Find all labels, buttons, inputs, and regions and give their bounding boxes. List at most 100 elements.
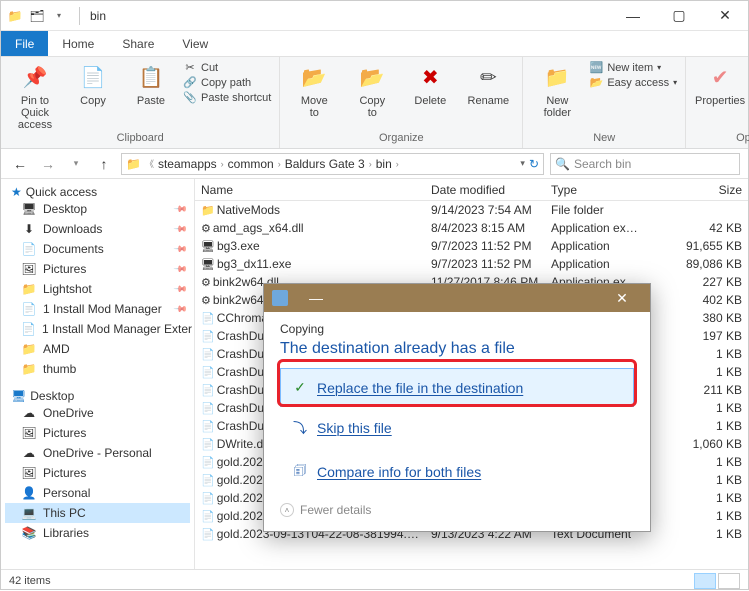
table-row[interactable]: 🖥bg3.exe9/7/2023 11:52 PMApplication91,6… [195,237,748,255]
group-label-open: Open [694,132,749,146]
sidebar-item[interactable]: ⬇Downloads [5,219,190,239]
delete-button[interactable]: ✖Delete [404,61,456,132]
skip-option[interactable]: ⤵ Skip this file [280,407,634,449]
view-icons-button[interactable] [718,573,740,589]
qat-dropdown-icon[interactable]: ▾ [51,8,67,24]
sidebar-item[interactable]: 📄1 Install Mod Manager Exter [5,319,190,339]
folder-icon: 📄 [21,322,36,336]
folder-icon: 📄 [21,302,37,316]
sidebar-item[interactable]: 🖼Pictures [5,463,190,483]
paste-button[interactable]: 📋Paste [125,61,177,132]
replace-option[interactable]: ✓ Replace the file in the destination [280,368,634,407]
search-icon: 🔍 [555,157,570,171]
minimize-button[interactable]: — [610,1,656,31]
file-icon: 📄 [201,511,215,523]
group-label-new: New [531,132,677,146]
tab-file[interactable]: File [1,31,48,56]
nav-icon: ☁ [21,406,37,420]
easy-access-button[interactable]: 📂Easy access▾ [589,76,677,89]
sidebar-item[interactable]: 📄1 Install Mod Manager [5,299,190,319]
folder-icon: ⬇ [21,222,37,236]
maximize-button[interactable]: ▢ [656,1,702,31]
view-details-button[interactable] [694,573,716,589]
folder-icon: 📁 [21,362,37,376]
table-row[interactable]: 🖥bg3_dx11.exe9/7/2023 11:52 PMApplicatio… [195,255,748,273]
file-icon: 📄 [201,421,215,433]
file-icon: ⚙ [201,295,211,307]
sidebar-item[interactable]: ☁OneDrive - Personal [5,443,190,463]
compare-option[interactable]: 🗊 Compare info for both files [280,449,634,495]
folder-icon: 📁 [21,282,37,296]
file-icon: 📄 [201,313,215,325]
file-icon: 📄 [201,367,215,379]
titlebar: 📁 🗂 ▾ bin — ▢ ✕ [1,1,748,31]
nav-icon: 🖼 [21,466,37,480]
folder-icon: 📁 [21,342,37,356]
sidebar-item[interactable]: 🖼Pictures [5,259,190,279]
sidebar-item[interactable]: 📁AMD [5,339,190,359]
pin-quick-access-button[interactable]: 📌Pin to Quick access [9,61,61,132]
file-icon: 📁 [201,205,215,217]
close-button[interactable]: ✕ [702,1,748,31]
group-label-clipboard: Clipboard [9,132,271,146]
table-row[interactable]: 📁NativeMods9/14/2023 7:54 AMFile folder [195,201,748,219]
desktop-header[interactable]: 🖥Desktop [5,389,190,403]
fewer-details-toggle[interactable]: ˄ Fewer details [280,503,634,517]
forward-button[interactable]: → [37,153,59,175]
folder-icon: 🖥 [21,202,37,216]
dialog-icon [272,290,288,306]
copy-to-button[interactable]: 📂Copy to [346,61,398,132]
menubar: File Home Share View [1,31,748,57]
nav-icon: 👤 [21,486,37,500]
navigation-pane[interactable]: ★Quick access 🖥Desktop⬇Downloads📄Documen… [1,179,195,569]
quick-access-header[interactable]: ★Quick access [5,185,190,199]
nav-icon: 📚 [21,526,37,540]
search-input[interactable]: 🔍 Search bin [550,153,740,175]
tab-view[interactable]: View [168,31,222,56]
back-button[interactable]: ← [9,153,31,175]
sidebar-item[interactable]: 🖥Desktop [5,199,190,219]
sidebar-item[interactable]: 👤Personal [5,483,190,503]
status-bar: 42 items [1,569,748,591]
tab-share[interactable]: Share [108,31,168,56]
dialog-close-button[interactable]: ✕ [602,284,642,312]
dialog-titlebar[interactable]: — ✕ [264,284,650,312]
file-icon: 🖥 [201,259,215,271]
column-headers[interactable]: Name Date modified Type Size [195,179,748,201]
sidebar-item[interactable]: 📁thumb [5,359,190,379]
sidebar-item[interactable]: 📚Libraries [5,523,190,543]
breadcrumb[interactable]: 📁 《 steamapps› common› Baldurs Gate 3› b… [121,153,544,175]
file-icon: 📄 [201,349,215,361]
sidebar-item[interactable]: 💻This PC [5,503,190,523]
file-icon: 📄 [201,403,215,415]
ribbon: 📌Pin to Quick access 📄Copy 📋Paste ✂Cut 🔗… [1,57,748,149]
new-item-icon: 🆕 [589,61,603,74]
sidebar-item[interactable]: 📁Lightshot [5,279,190,299]
table-row[interactable]: ⚙amd_ags_x64.dll8/4/2023 8:15 AMApplicat… [195,219,748,237]
easy-access-icon: 📂 [589,76,603,89]
recent-dropdown[interactable]: ▾ [65,153,87,175]
file-icon: 📄 [201,439,215,451]
dialog-minimize-button[interactable]: — [296,284,336,312]
folder-icon: 📄 [21,242,37,256]
copy-path-button[interactable]: 🔗Copy path [183,76,271,89]
qat-icon[interactable]: 🗂 [29,8,45,24]
new-folder-button[interactable]: 📁New folder [531,61,583,132]
sidebar-item[interactable]: ☁OneDrive [5,403,190,423]
new-item-button[interactable]: 🆕New item▾ [589,61,677,74]
sidebar-item[interactable]: 🖼Pictures [5,423,190,443]
cut-button[interactable]: ✂Cut [183,61,271,74]
move-to-button[interactable]: 📂Move to [288,61,340,132]
tab-home[interactable]: Home [48,31,108,56]
up-button[interactable]: ↑ [93,153,115,175]
file-icon: 📄 [201,331,215,343]
scissors-icon: ✂ [183,61,197,74]
paste-shortcut-button[interactable]: 📎Paste shortcut [183,91,271,104]
sidebar-item[interactable]: 📄Documents [5,239,190,259]
rename-button[interactable]: ✏Rename [462,61,514,132]
file-icon: ⚙ [201,277,211,289]
dialog-subtitle: Copying [280,322,634,336]
copy-button[interactable]: 📄Copy [67,61,119,132]
path-icon: 🔗 [183,76,197,89]
properties-button[interactable]: ✔Properties [694,61,746,132]
